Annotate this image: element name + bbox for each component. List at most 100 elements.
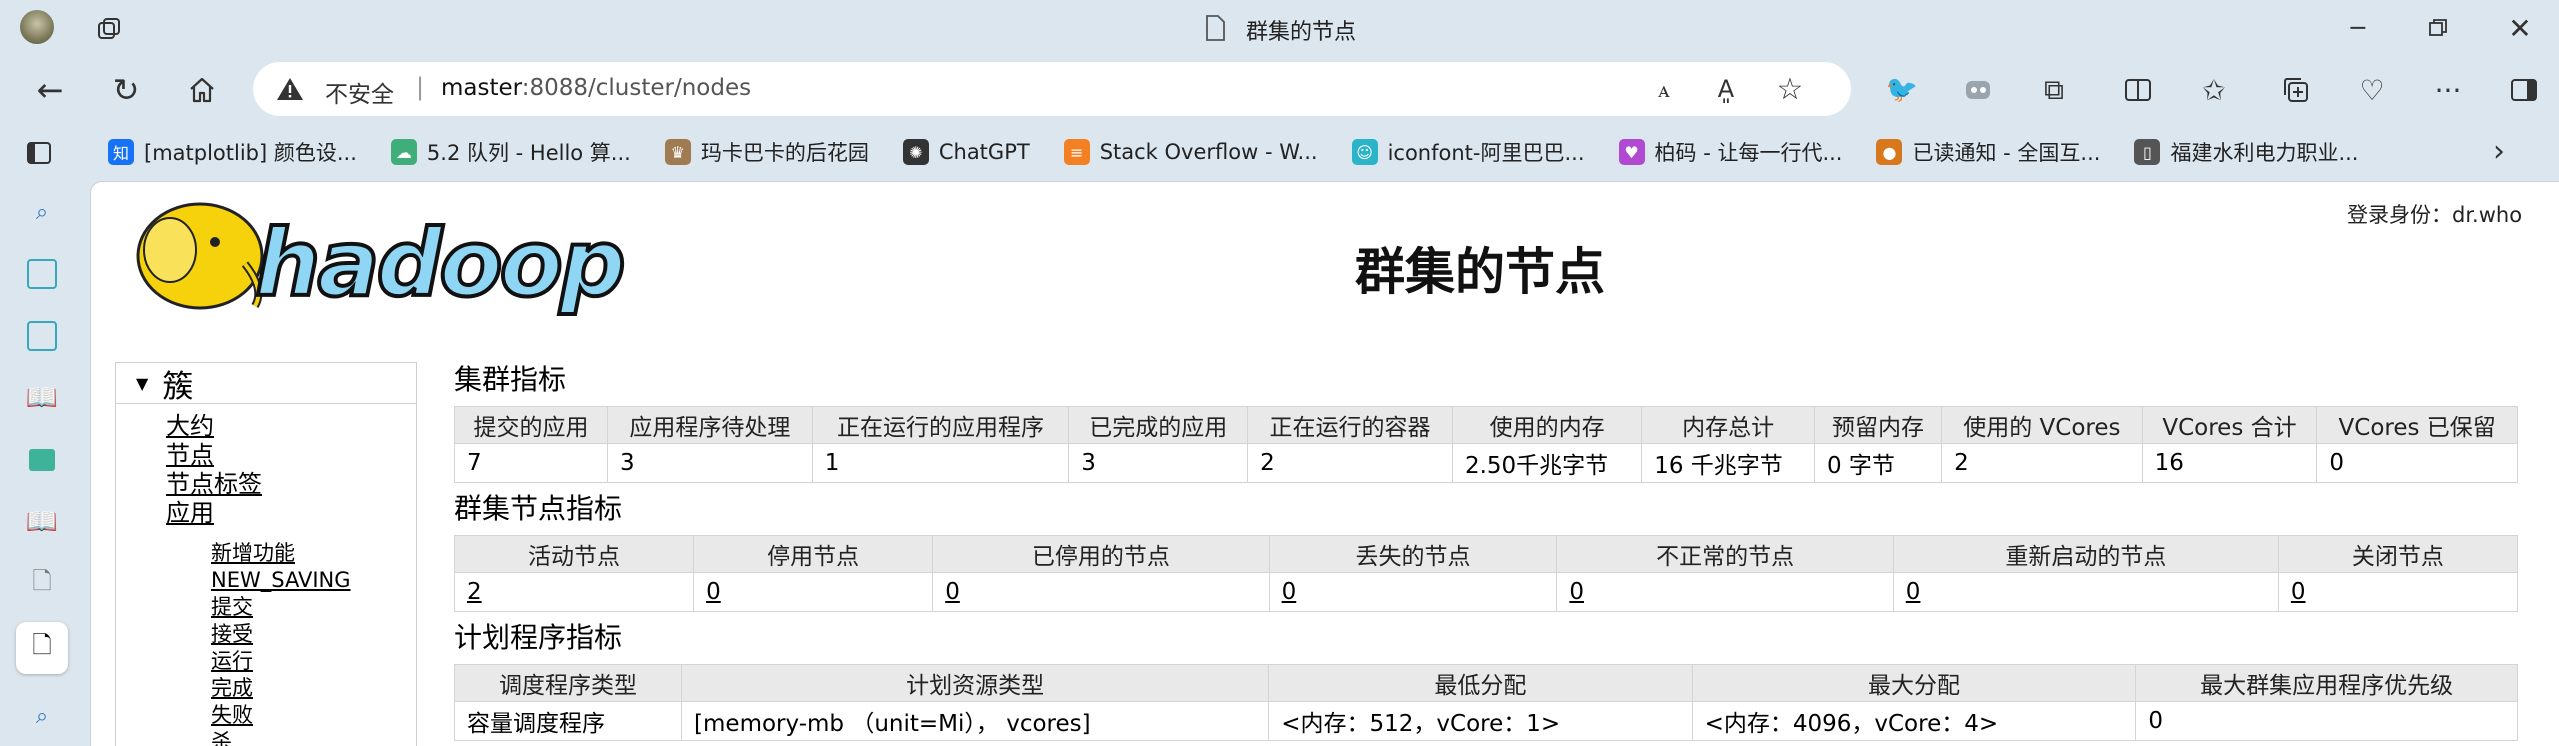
column-header: 不正常的节点 <box>1556 535 1894 573</box>
nav-sublink[interactable]: 失败 <box>211 702 351 729</box>
table-cell: 0 <box>1556 572 1894 612</box>
bookmark-item[interactable]: ☺ iconfont-阿里巴巴... <box>1351 137 1585 167</box>
extensions-puzzle-icon[interactable]: ⧉ <box>2034 70 2074 110</box>
bookmark-item[interactable]: ♛ 玛卡巴卡的后花园 <box>664 137 869 167</box>
column-header: 提交的应用 <box>454 406 608 444</box>
rail-book-icon[interactable]: 📖 <box>22 378 62 418</box>
table-cell: 2 <box>453 572 695 612</box>
rail-book-2-icon[interactable]: 📖 <box>22 502 62 542</box>
node-count-link[interactable]: 0 <box>1906 579 1921 605</box>
favorite-star-icon[interactable]: ☆ <box>1773 72 1807 107</box>
bookmark-favicon-icon: ☁ <box>390 139 417 165</box>
nav-sublink[interactable]: 运行 <box>211 648 351 675</box>
nav-sublink[interactable]: NEW_SAVING <box>211 567 351 594</box>
nav-section-header[interactable]: ▼ 簇 <box>116 363 416 405</box>
node-count-link[interactable]: 0 <box>945 579 960 605</box>
address-bar[interactable]: 不安全 | master:8088/cluster/nodes ꭺ A͈ ☆ <box>253 62 1851 116</box>
bookmark-list: 知 [matplotlib] 颜色设... ☁ 5.2 队列 - Hello 算...… <box>108 136 2358 168</box>
profile-avatar[interactable] <box>20 10 54 44</box>
sidebar-toggle-icon[interactable] <box>2504 70 2544 110</box>
node-count-link[interactable]: 0 <box>2291 579 2306 605</box>
column-header: 预留内存 <box>1813 406 1943 444</box>
bookmark-label: 柏码 - 让每一行代... <box>1654 141 1843 165</box>
node-count-link[interactable]: 0 <box>1569 579 1584 605</box>
table-cell: 2 <box>1941 443 2143 483</box>
hadoop-logo[interactable]: hadoop <box>115 194 635 319</box>
nav-sublink[interactable]: 提交 <box>211 594 351 621</box>
cluster-metrics-table: 提交的应用 应用程序待处理 正在运行的应用程序 已完成的应用 正在运行的容器 使用的内存内… <box>454 406 2518 483</box>
table-header-row: 活动节点 停用节点 已停用的节点 丢失的节点 不正常的节点 重新启动的节点 关闭节点 <box>453 535 2519 573</box>
table-cell: <内存：4096，vCore：4> <box>1691 701 2137 741</box>
rail-search-icon[interactable]: ⌕ <box>22 192 62 232</box>
node-count-link[interactable]: 2 <box>467 579 482 605</box>
vertical-rail: ⌕ 📖 📖 🗋 🗋 ⌕ <box>0 177 88 745</box>
bookmark-label: 已读通知 - 全国互... <box>1912 141 2101 165</box>
nav-subitems: 新增功能 NEW_SAVING 提交 接受 运行 完成 失败杀 <box>211 540 351 746</box>
table-cell: 0 <box>2277 572 2519 612</box>
column-header: 丢失的节点 <box>1268 535 1558 573</box>
nav-link[interactable]: 节点标签 <box>166 470 262 499</box>
column-header: VCores 合计 <box>2141 406 2318 444</box>
collections-icon[interactable] <box>2276 70 2316 110</box>
bookmark-favicon-icon: ≡ <box>1063 139 1090 165</box>
node-count-link[interactable]: 0 <box>706 579 721 605</box>
home-icon[interactable] <box>182 70 222 110</box>
nav-sublink[interactable]: 杀 <box>211 729 351 746</box>
bookmarks-more-icon[interactable]: › <box>2482 134 2516 169</box>
bookmark-favicon-icon: ♥ <box>1618 139 1645 165</box>
table-row: 容量调度程序 [memory-mb （unit=Mi）， vcores] <内存：5… <box>453 701 2518 741</box>
nav-link[interactable]: 节点 <box>166 441 262 470</box>
bookmark-item[interactable]: ● 已读通知 - 全国互... <box>1876 137 2100 167</box>
nav-link[interactable]: 大约 <box>166 412 262 441</box>
read-aloud-icon[interactable]: A͈ <box>1709 72 1743 106</box>
scheduler-metrics-title: 计划程序指标 <box>454 621 623 654</box>
nav-sublink[interactable]: 完成 <box>211 675 351 702</box>
extension-game-icon[interactable] <box>1958 70 1998 110</box>
table-cell: 容量调度程序 <box>453 701 683 741</box>
split-screen-icon[interactable] <box>2118 70 2158 110</box>
translate-icon[interactable]: ꭺ <box>1647 72 1681 106</box>
nav-sublink[interactable]: 新增功能 <box>211 540 351 567</box>
workspaces-icon[interactable] <box>92 12 126 46</box>
rail-page-active-icon[interactable]: 🗋 <box>16 622 68 674</box>
refresh-icon[interactable]: ↻ <box>106 70 146 110</box>
bookmark-item[interactable]: 知 [matplotlib] 颜色设... <box>108 137 357 167</box>
rail-search-2-icon[interactable]: ⌕ <box>22 696 62 736</box>
nav-sublink[interactable]: 接受 <box>211 621 351 648</box>
scheduler-metrics-table: 调度程序类型 计划资源类型 最低分配 最大分配 最大群集应用程序优先级 容量调度程序 [me… <box>453 664 2518 741</box>
address-url[interactable]: master:8088/cluster/nodes <box>441 75 751 101</box>
nav-link[interactable]: 应用 <box>166 499 262 528</box>
bookmark-item[interactable]: ♥ 柏码 - 让每一行代... <box>1618 137 1843 167</box>
favorites-icon[interactable]: ✩ <box>2194 70 2234 110</box>
bookmark-item[interactable]: ▯ 福建水利电力职业... <box>2134 137 2358 167</box>
page-icon <box>1204 14 1226 42</box>
rail-page-icon[interactable]: 🗋 <box>22 564 62 604</box>
minimize-icon[interactable]: ─ <box>2338 10 2378 46</box>
rail-mail-icon[interactable] <box>22 440 62 480</box>
column-header: VCores 已保留 <box>2316 406 2518 444</box>
restore-icon[interactable] <box>2418 10 2458 46</box>
close-icon[interactable]: ✕ <box>2500 10 2540 46</box>
bookmark-favicon-icon: 知 <box>108 139 134 165</box>
bookmark-label: Stack Overflow - W... <box>1099 140 1318 164</box>
nav-items: 大约 节点 节点标签 应用 <box>166 412 262 528</box>
bookmark-item[interactable]: ≡ Stack Overflow - W... <box>1063 139 1318 165</box>
collapse-triangle-icon[interactable]: ▼ <box>136 374 148 393</box>
rail-app-2-icon[interactable] <box>22 316 62 356</box>
window-title: 群集的节点 <box>1246 20 1357 45</box>
tab-actions-icon[interactable] <box>22 136 56 170</box>
column-header: 内存总计 <box>1641 406 1815 444</box>
node-count-link[interactable]: 0 <box>1282 579 1297 605</box>
node-metrics-table: 活动节点 停用节点 已停用的节点 丢失的节点 不正常的节点 重新启动的节点 关闭节点 2 0 0 0… <box>453 535 2519 612</box>
extension-bird-icon[interactable]: 🐦 <box>1882 70 1922 110</box>
browser-essentials-icon[interactable]: ♡ <box>2352 70 2392 110</box>
warning-icon[interactable] <box>275 74 305 104</box>
rail-app-1-icon[interactable] <box>22 254 62 294</box>
more-menu-icon[interactable]: ··· <box>2428 70 2468 110</box>
security-label[interactable]: 不安全 <box>325 75 394 109</box>
nav-root-label: 簇 <box>162 368 194 405</box>
bookmark-item[interactable]: ✺ ChatGPT <box>902 139 1030 165</box>
url-path: :8088/cluster/nodes <box>521 75 752 101</box>
back-icon[interactable]: ← <box>30 70 70 110</box>
bookmark-item[interactable]: ☁ 5.2 队列 - Hello 算... <box>390 137 631 167</box>
